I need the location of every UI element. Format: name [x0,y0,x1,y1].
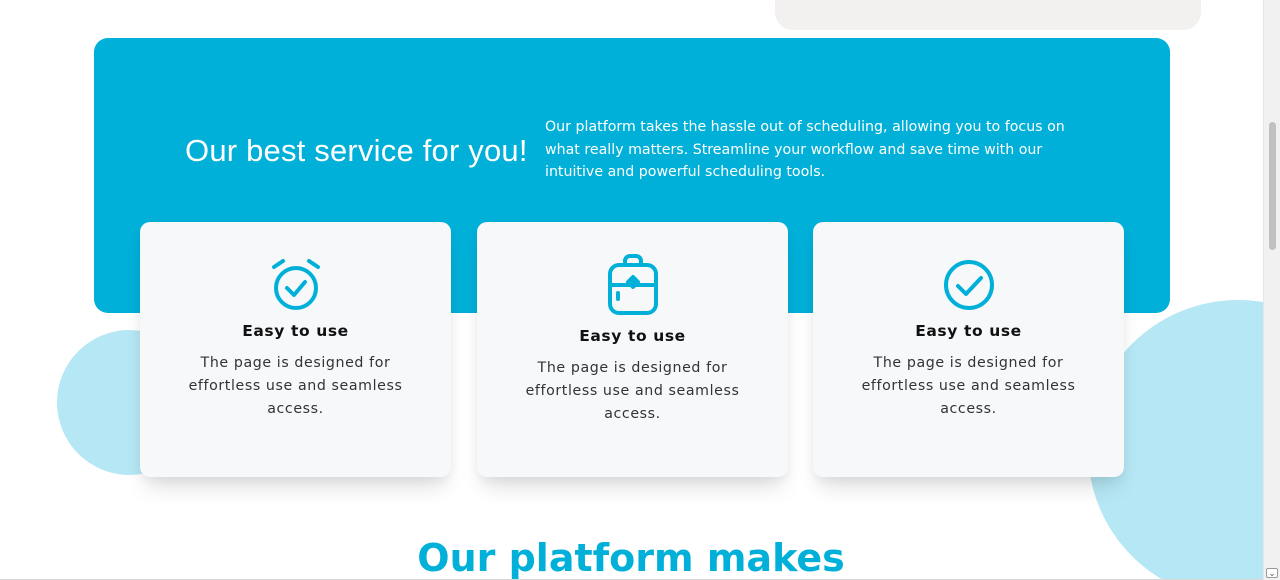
backpack-icon [606,253,660,317]
feature-card: Easy to use The page is designed for eff… [813,222,1124,477]
feature-card: Easy to use The page is designed for eff… [140,222,451,477]
check-circle-icon [942,258,996,312]
banner-heading: Our best service for you! [185,133,528,168]
scrollbar-thumb[interactable] [1269,122,1276,250]
alarm-clock-check-icon [269,258,323,312]
scroll-down-icon[interactable]: ⌄ [1266,568,1278,579]
feature-card: Easy to use The page is designed for eff… [477,222,788,477]
card-text: The page is designed for effortless use … [188,355,403,417]
card-title: Easy to use [915,322,1022,340]
section-heading: Our platform makes [417,536,845,580]
card-title: Easy to use [579,327,686,345]
banner-description: Our platform takes the hassle out of sch… [545,119,1065,180]
card-text: The page is designed for effortless use … [861,355,1076,417]
page: Our best service for you! Our platform t… [0,0,1280,580]
card-title: Easy to use [242,322,349,340]
card-text: The page is designed for effortless use … [525,360,740,422]
hero-image-fragment [775,0,1201,30]
vertical-scrollbar[interactable]: ⌄ [1263,0,1280,580]
